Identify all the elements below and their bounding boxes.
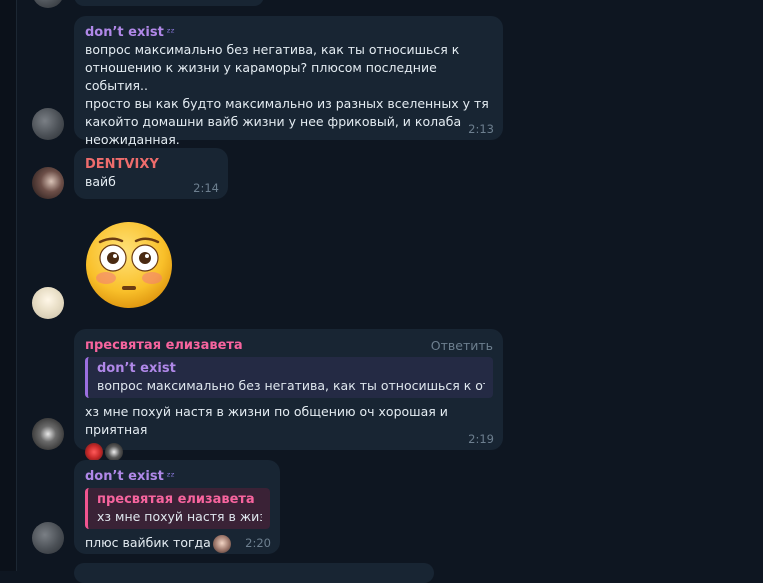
message-text: плюс вайбик тогда [85,534,270,553]
reply-author: don’t exist [97,361,176,376]
message-bubble[interactable]: don’t exist ᶻᶻ вопрос максимально без нег… [74,16,503,147]
message-time: 2:14 [193,181,219,195]
message-bubble[interactable]: don’t exist ᶻᶻ пресвятая елизавета хз мне… [74,460,280,554]
message-time: 2:20 [245,536,271,550]
left-panel-edge [0,0,16,571]
reply-author: пресвятая елизавета [97,492,255,507]
avatar[interactable] [32,0,64,8]
avatar[interactable] [32,522,64,554]
avatar[interactable] [32,418,64,450]
message-author[interactable]: don’t exist ᶻᶻ [85,468,270,485]
message-time: 2:19 [468,432,494,446]
read-avatar-icon[interactable] [212,534,231,553]
avatar[interactable] [32,167,64,199]
reply-quote[interactable]: don’t exist вопрос максимально без негат… [85,357,493,398]
message-text: вопрос максимально без негатива, как ты … [85,42,489,147]
zzz-icon: ᶻᶻ [166,470,175,483]
message-text: хз мне похуй настя в жизни по общению оч… [85,404,448,437]
reply-text: вопрос максимально без негатива, как ты … [97,378,485,393]
avatar[interactable] [32,287,64,319]
reply-quote[interactable]: пресвятая елизавета хз мне похуй настя в… [85,488,270,529]
avatar-reaction[interactable] [105,443,123,461]
message-time: 2:13 [468,122,494,136]
reactions[interactable] [85,443,493,461]
panel-divider [16,0,17,571]
message-author[interactable]: don’t exist ᶻᶻ [85,24,493,41]
zzz-icon: ᶻᶻ [166,26,175,39]
message-bubble[interactable]: пресвятая елизавета Ответить don’t exist… [74,329,503,461]
message-bubble-partial-top [74,0,264,6]
message-bubble[interactable]: DENTVIXY вайб 2:14 [74,148,228,199]
message-bubble-partial-bottom [74,563,434,583]
reply-text: хз мне похуй настя в жиз... [97,509,262,524]
message-author[interactable]: DENTVIXY [85,156,218,173]
avatar[interactable] [32,108,64,140]
heart-reaction[interactable] [85,443,103,461]
flushed-face-emoji[interactable] [84,220,174,310]
reply-button[interactable]: Ответить [431,338,493,353]
